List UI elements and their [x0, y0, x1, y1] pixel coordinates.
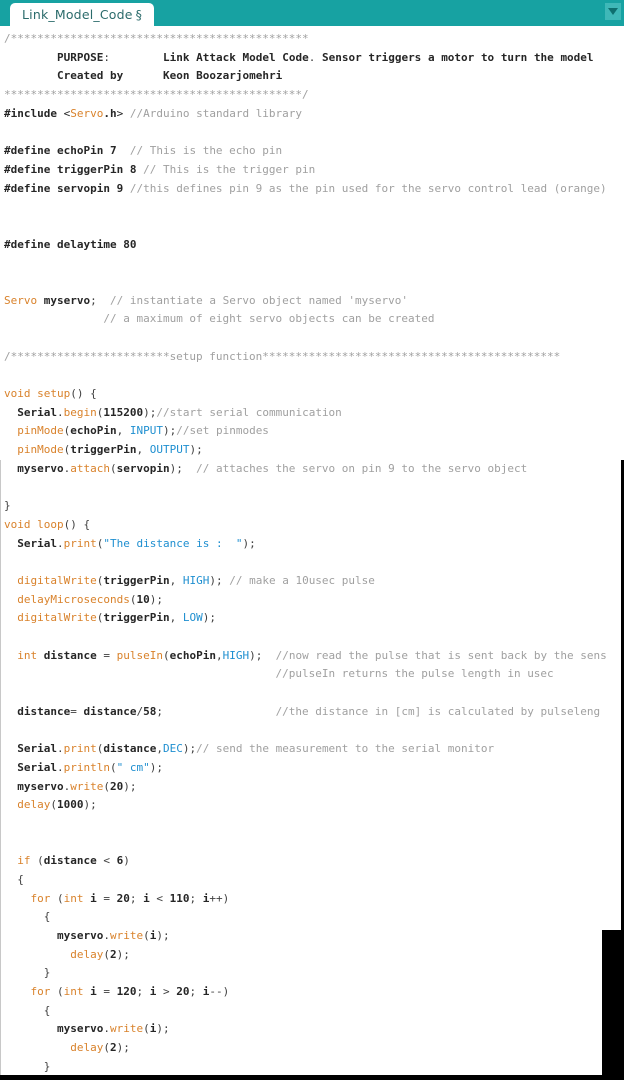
- code-line: distance= distance/58; //the distance in…: [17, 704, 601, 718]
- code-line: {: [4, 910, 51, 924]
- code-line: Serial.print("The distance is : ");: [17, 536, 256, 550]
- code-line: {: [4, 872, 24, 886]
- code-line: PURPOSE: Link Attack Model Code. Sensor …: [56, 50, 594, 64]
- code-line: delay(1000);: [17, 798, 97, 812]
- code-line: #define servopin 9 //this defines pin 9 …: [4, 181, 607, 195]
- code-line: delayMicroseconds(10);: [17, 592, 163, 606]
- code-line: }: [4, 1059, 51, 1073]
- code-line: pinMode(triggerPin, OUTPUT);: [17, 443, 203, 457]
- code-line: myservo.write(20);: [17, 779, 137, 793]
- window-bottom-edge: [0, 1075, 624, 1080]
- window-right-lower-block: [602, 930, 624, 1075]
- code-line: // a maximum of eight servo objects can …: [103, 312, 435, 326]
- window-left-edge: [0, 460, 1, 1080]
- code-line: Created by Keon Boozarjomehri: [56, 69, 283, 83]
- editor-tab-modified-marker: §: [135, 7, 143, 22]
- code-line: digitalWrite(triggerPin, HIGH); // make …: [17, 573, 375, 587]
- code-line: myservo.write(i);: [56, 929, 170, 942]
- code-line: Servo myservo; // instantiate a Servo ob…: [4, 293, 408, 307]
- code-line: }: [4, 499, 11, 513]
- code-line: {: [4, 1003, 51, 1017]
- code-line: int distance = pulseIn(echoPin,HIGH); //…: [17, 648, 607, 662]
- code-line: ****************************************…: [4, 88, 309, 102]
- code-line: #define delaytime 80: [4, 237, 137, 251]
- code-line: /************************setup function*…: [4, 349, 561, 363]
- code-line: Serial.println(" cm");: [17, 760, 163, 774]
- code-line: void setup() {: [4, 387, 97, 401]
- code-line: Serial.print(distance,DEC);// send the m…: [17, 742, 495, 756]
- code-line: /***************************************…: [4, 32, 309, 45]
- code-line: for (int i = 120; i > 20; i--): [30, 985, 230, 999]
- code-line: #define echoPin 7 // This is the echo pi…: [4, 144, 283, 158]
- code-line: void loop() {: [4, 517, 91, 531]
- code-line: }: [4, 966, 51, 980]
- chevron-down-icon[interactable]: [605, 3, 621, 20]
- code-line: #include <Servo.h> //Arduino standard li…: [4, 106, 303, 120]
- code-editor-pane[interactable]: /***************************************…: [0, 26, 624, 1080]
- tab-bar: Link_Model_Code §: [0, 0, 624, 26]
- code-line: myservo.write(i);: [56, 1022, 170, 1036]
- code-line: digitalWrite(triggerPin, LOW);: [17, 611, 216, 625]
- editor-tab-label: Link_Model_Code: [22, 7, 133, 22]
- code-line: #define triggerPin 8 // This is the trig…: [4, 162, 316, 176]
- code-line: //pulseIn returns the pulse length in us…: [275, 667, 554, 681]
- code-line: myservo.attach(servopin); // attaches th…: [17, 461, 528, 475]
- code-line: for (int i = 20; i < 110; i++): [30, 891, 230, 905]
- code-line: delay(2);: [70, 947, 130, 961]
- editor-tab-link-model-code[interactable]: Link_Model_Code §: [10, 3, 155, 26]
- code-line: delay(2);: [70, 1041, 130, 1055]
- code-line: pinMode(echoPin, INPUT);//set pinmodes: [17, 424, 269, 438]
- code-line: Serial.begin(115200);//start serial comm…: [17, 405, 342, 419]
- code-line: if (distance < 6): [17, 854, 130, 868]
